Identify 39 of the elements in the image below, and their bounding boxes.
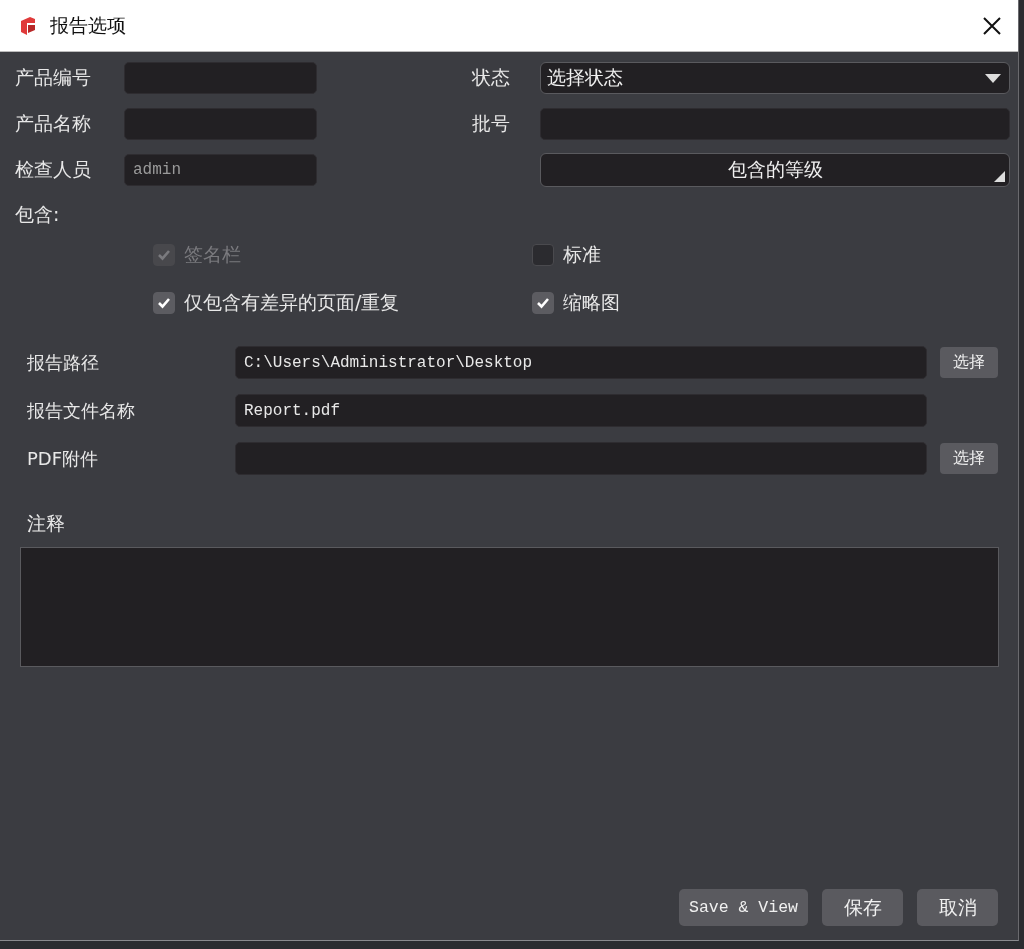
path-field[interactable] (235, 442, 927, 475)
field-label: 报告路径 (27, 350, 100, 375)
path-field[interactable]: C:\Users\Administrator\Desktop (235, 346, 927, 379)
notes-label: 注释 (27, 511, 66, 536)
save-view-button[interactable]: Save & View (679, 889, 808, 926)
checkbox-label: 仅包含有差异的页面/重复 (184, 290, 400, 315)
field-label: 产品名称 (15, 111, 92, 136)
checkbox-label: 签名栏 (184, 242, 241, 267)
text-field[interactable] (124, 62, 317, 94)
field-label: 批号 (472, 111, 511, 136)
checkmark-icon (157, 249, 171, 261)
checkbox-label: 缩略图 (563, 290, 620, 315)
checkbox-label: 标准 (563, 242, 601, 267)
text-field[interactable] (540, 108, 1010, 140)
status-dropdown[interactable]: 选择状态 (540, 62, 1010, 94)
field-label: 报告文件名称 (27, 398, 136, 423)
window-title: 报告选项 (50, 12, 127, 38)
dialog-button[interactable]: 取消 (917, 889, 998, 926)
checkmark-icon (157, 297, 171, 309)
field-label: 产品编号 (15, 65, 92, 90)
checkbox[interactable] (153, 292, 175, 314)
close-icon (983, 16, 1001, 35)
levels-button[interactable]: 包含的等级 (540, 153, 1010, 187)
dialog-button[interactable]: 保存 (822, 889, 903, 926)
field-label: 状态 (472, 65, 511, 90)
caret-icon (985, 73, 1001, 83)
text-field[interactable] (124, 108, 317, 140)
browse-button[interactable]: 选择 (940, 347, 998, 378)
app-logo-icon (18, 14, 38, 37)
notes-field[interactable] (20, 547, 999, 667)
text-field[interactable]: admin (124, 154, 317, 186)
path-field[interactable]: Report.pdf (235, 394, 927, 427)
field-label: 检查人员 (15, 157, 92, 182)
checkbox[interactable] (532, 244, 554, 266)
checkbox[interactable] (532, 292, 554, 314)
browse-button[interactable]: 选择 (940, 443, 998, 474)
checkmark-icon (536, 297, 550, 309)
include-label: 包含: (15, 202, 61, 227)
field-label: PDF附件 (27, 446, 100, 471)
